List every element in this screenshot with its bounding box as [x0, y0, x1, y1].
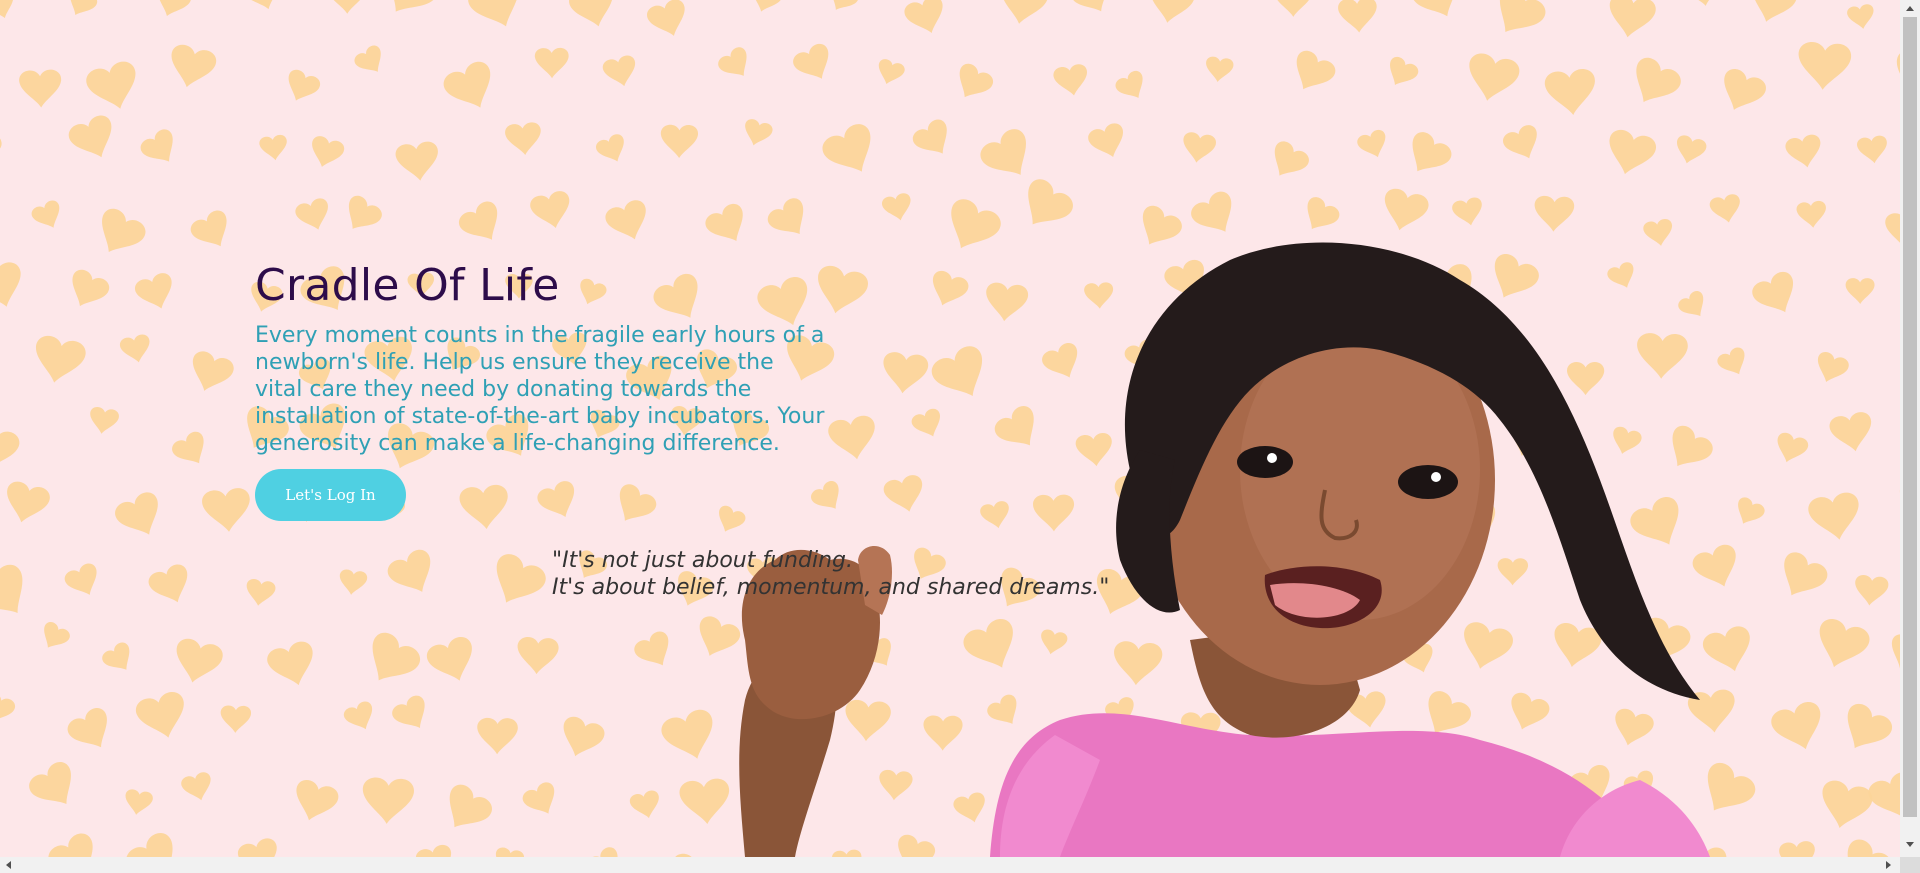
- scroll-right-arrow-icon[interactable]: [1886, 861, 1891, 869]
- vertical-scrollbar[interactable]: [1900, 0, 1920, 857]
- quote-block: "It's not just about funding. It's about…: [552, 547, 1109, 601]
- hero-section: Cradle Of Life Every moment counts in th…: [255, 258, 825, 521]
- vertical-scroll-thumb[interactable]: [1903, 17, 1917, 817]
- page-viewport: Cradle Of Life Every moment counts in th…: [0, 0, 1900, 857]
- scroll-up-arrow-icon[interactable]: [1906, 6, 1914, 11]
- scrollbar-corner: [1900, 857, 1920, 873]
- quote-line-1: "It's not just about funding.: [552, 548, 853, 573]
- quote-line-2: It's about belief, momentum, and shared …: [552, 575, 1110, 600]
- horizontal-scrollbar[interactable]: [0, 857, 1900, 873]
- hero-description: Every moment counts in the fragile early…: [255, 323, 825, 456]
- login-button[interactable]: Let's Log In: [255, 469, 406, 521]
- page-title: Cradle Of Life: [255, 260, 560, 311]
- scroll-down-arrow-icon[interactable]: [1906, 842, 1914, 847]
- scroll-left-arrow-icon[interactable]: [6, 861, 11, 869]
